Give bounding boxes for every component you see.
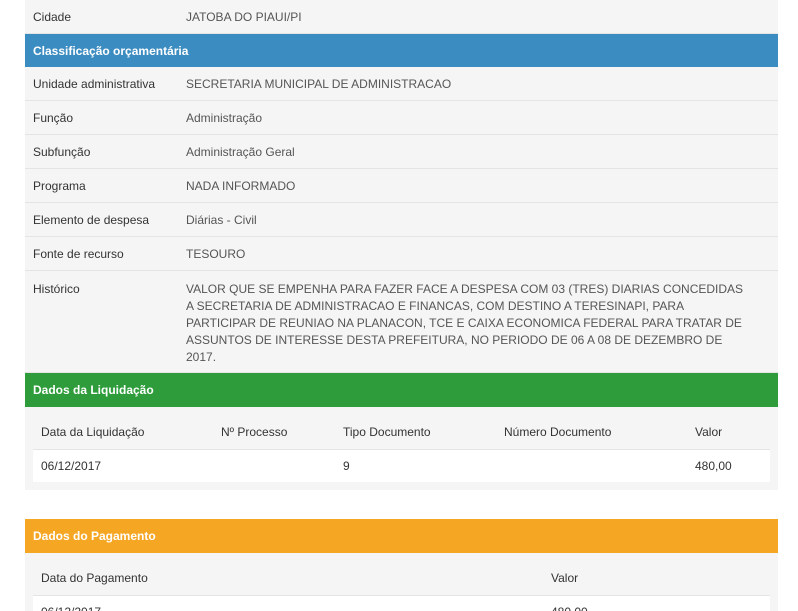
- section-header-classificacao: Classificação orçamentária: [25, 34, 778, 67]
- row-value: TESOURO: [186, 246, 246, 261]
- section-title: Dados da Liquidação: [33, 383, 154, 397]
- info-row-subfuncao: Subfunção Administração Geral: [25, 135, 778, 169]
- info-row-cidade: Cidade JATOBA DO PIAUI/PI: [25, 0, 778, 34]
- row-value: JATOBA DO PIAUI/PI: [186, 9, 302, 24]
- row-label: Programa: [33, 178, 86, 193]
- liquidacao-panel: Data da Liquidação Nº Processo Tipo Docu…: [25, 407, 778, 490]
- row-label: Fonte de recurso: [33, 246, 124, 261]
- pagamento-table: Data do Pagamento Valor 06/12/2017 480,0…: [33, 561, 770, 611]
- section-header-liquidacao: Dados da Liquidação: [25, 373, 778, 407]
- info-row-programa: Programa NADA INFORMADO: [25, 169, 778, 203]
- row-label: Cidade: [33, 9, 72, 24]
- row-value: SECRETARIA MUNICIPAL DE ADMINISTRACAO: [186, 76, 452, 91]
- table-cell: 480,00: [543, 594, 770, 611]
- table-cell: 9: [335, 448, 496, 482]
- table-cell: 06/12/2017: [33, 594, 543, 611]
- column-header: Data do Pagamento: [41, 570, 148, 585]
- info-row-historico: Histórico VALOR QUE SE EMPENHA PARA FAZE…: [25, 271, 778, 373]
- column-header: Nº Processo: [221, 424, 288, 439]
- table-cell: 06/12/2017: [33, 448, 213, 482]
- row-label: Histórico: [33, 282, 80, 296]
- info-row-elemento: Elemento de despesa Diárias - Civil: [25, 203, 778, 237]
- table-row: 06/12/2017 480,00: [33, 594, 770, 611]
- row-label: Elemento de despesa: [33, 212, 150, 227]
- table-cell: [213, 448, 335, 482]
- column-header: Número Documento: [504, 424, 612, 439]
- section-spacer: [25, 490, 778, 519]
- info-row-unidade: Unidade administrativa SECRETARIA MUNICI…: [25, 67, 778, 101]
- liquidacao-table: Data da Liquidação Nº Processo Tipo Docu…: [33, 415, 770, 482]
- table-cell: 480,00: [687, 448, 770, 482]
- table-header-row: Data do Pagamento Valor: [33, 561, 770, 595]
- pagamento-panel: Data do Pagamento Valor 06/12/2017 480,0…: [25, 553, 778, 611]
- row-label: Função: [33, 110, 74, 125]
- row-value: VALOR QUE SE EMPENHA PARA FAZER FACE A D…: [186, 282, 744, 364]
- column-header: Valor: [551, 570, 579, 585]
- row-value: Diárias - Civil: [186, 212, 257, 227]
- column-header: Tipo Documento: [343, 424, 431, 439]
- section-header-pagamento: Dados do Pagamento: [25, 519, 778, 553]
- row-label: Subfunção: [33, 144, 91, 159]
- info-row-funcao: Função Administração: [25, 101, 778, 135]
- table-row: 06/12/2017 9 480,00: [33, 448, 770, 482]
- empenho-details: Cidade JATOBA DO PIAUI/PI Classificação …: [25, 0, 778, 611]
- table-header-row: Data da Liquidação Nº Processo Tipo Docu…: [33, 415, 770, 449]
- section-title: Dados do Pagamento: [33, 529, 156, 543]
- row-value: NADA INFORMADO: [186, 178, 296, 193]
- row-label: Unidade administrativa: [33, 76, 156, 91]
- table-cell: [496, 448, 687, 482]
- column-header: Data da Liquidação: [41, 424, 145, 439]
- section-title: Classificação orçamentária: [33, 43, 189, 58]
- row-value: Administração Geral: [186, 144, 295, 159]
- row-value: Administração: [186, 110, 263, 125]
- column-header: Valor: [695, 424, 723, 439]
- info-row-fonte: Fonte de recurso TESOURO: [25, 237, 778, 271]
